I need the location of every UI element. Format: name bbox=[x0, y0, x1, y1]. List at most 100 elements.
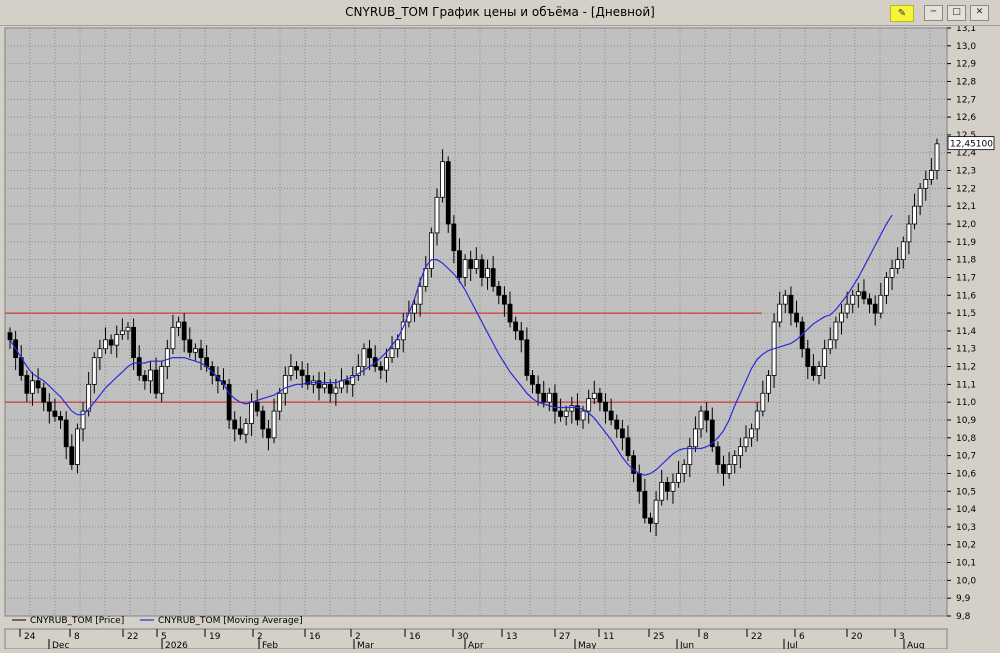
chart-area[interactable]: 13,1 13,0 12,9 12,8 12,7 12,6 12,5 12,4 12,3 12,2… bbox=[0, 24, 1000, 651]
candle-body-up bbox=[878, 294, 884, 314]
candle-body-down bbox=[46, 401, 52, 412]
candle-body-down bbox=[327, 383, 333, 394]
candle-body-down bbox=[867, 298, 872, 305]
candle-body-up bbox=[103, 339, 108, 350]
candle-body-down bbox=[108, 339, 114, 346]
candle-body-up bbox=[777, 303, 783, 323]
candle-body-down bbox=[41, 387, 47, 403]
candle-body-down bbox=[524, 339, 530, 376]
x-month-label: Mar bbox=[357, 641, 374, 649]
candle-body-down bbox=[457, 250, 462, 278]
candle-body-down bbox=[181, 321, 187, 341]
candle-body-up bbox=[923, 179, 929, 189]
candle-body-up bbox=[591, 392, 597, 400]
candle-body-down bbox=[58, 416, 63, 421]
candle-body-down bbox=[260, 410, 266, 430]
candle-body-up bbox=[170, 326, 176, 350]
x-day-label: 20 bbox=[851, 632, 863, 642]
candle-body-down bbox=[541, 392, 547, 403]
candle-body-up bbox=[659, 481, 665, 501]
candle-body-up bbox=[563, 410, 569, 417]
y-tick-label: 12,6 bbox=[956, 113, 976, 123]
candle-body-up bbox=[75, 428, 80, 465]
candle-body-up bbox=[760, 392, 766, 412]
y-tick-label: 12,2 bbox=[956, 184, 976, 194]
y-tick-label: 9,9 bbox=[956, 594, 971, 604]
x-day-label: 22 bbox=[751, 632, 762, 642]
pin-icon[interactable]: ✎ bbox=[890, 5, 914, 22]
x-month-label: Aug bbox=[907, 641, 925, 649]
candle-body-down bbox=[451, 223, 457, 252]
candle-body-up bbox=[782, 294, 788, 305]
x-day-label: 8 bbox=[74, 632, 80, 642]
x-month-label: Dec bbox=[52, 641, 69, 649]
restore-button[interactable]: □ bbox=[947, 5, 966, 21]
candle-body-up bbox=[417, 285, 423, 305]
y-tick-label: 12,1 bbox=[956, 202, 976, 212]
x-day-label: 16 bbox=[409, 632, 421, 642]
candle-body-up bbox=[726, 464, 732, 474]
candle-body-up bbox=[164, 348, 170, 367]
y-tick-label: 10,2 bbox=[956, 541, 976, 551]
legend-ma-label: CNYRUB_TOM [Moving Average] bbox=[158, 616, 303, 626]
y-tick-label: 12,4 bbox=[956, 149, 976, 159]
x-day-label: 8 bbox=[703, 632, 709, 642]
candle-body-up bbox=[833, 321, 839, 341]
candle-body-down bbox=[490, 268, 496, 287]
candle-body-up bbox=[473, 259, 479, 269]
x-month-label: Apr bbox=[468, 641, 484, 649]
y-tick-label: 12,0 bbox=[956, 220, 976, 230]
candle-body-down bbox=[24, 375, 30, 394]
candle-body-up bbox=[176, 321, 181, 328]
candle-body-down bbox=[788, 294, 794, 314]
candle-body-up bbox=[91, 357, 97, 385]
candle-body-up bbox=[917, 187, 923, 207]
x-day-label: 27 bbox=[559, 632, 570, 642]
candle-body-up bbox=[928, 170, 934, 180]
y-tick-label: 11,7 bbox=[956, 273, 976, 283]
y-tick-label: 11,8 bbox=[956, 256, 976, 266]
candle-body-down bbox=[805, 348, 811, 367]
candle-body-up bbox=[850, 294, 856, 305]
minimize-button[interactable]: ─ bbox=[924, 5, 943, 21]
close-button[interactable]: ✕ bbox=[970, 5, 989, 21]
x-day-label: 6 bbox=[799, 632, 805, 642]
candle-body-down bbox=[299, 369, 305, 376]
candle-body-down bbox=[608, 410, 614, 421]
candle-body-down bbox=[507, 303, 513, 323]
candle-body-up bbox=[732, 455, 738, 465]
y-tick-label: 11,1 bbox=[956, 380, 976, 390]
x-day-label: 25 bbox=[653, 632, 664, 642]
candle-body-up bbox=[676, 473, 681, 483]
y-tick-label: 11,5 bbox=[956, 309, 976, 319]
candle-body-up bbox=[906, 223, 912, 243]
candle-body-down bbox=[468, 259, 474, 269]
candle-body-down bbox=[266, 428, 271, 439]
candle-body-down bbox=[642, 490, 648, 519]
candle-body-up bbox=[243, 423, 249, 435]
candle-body-down bbox=[535, 383, 541, 394]
x-month-label: May bbox=[578, 641, 597, 649]
y-tick-label: 10,4 bbox=[956, 505, 976, 515]
candle-body-down bbox=[35, 380, 41, 389]
candle-body-down bbox=[294, 366, 299, 371]
y-tick-label: 10,6 bbox=[956, 469, 976, 479]
candle-body-up bbox=[192, 348, 198, 353]
candle-body-up bbox=[698, 410, 704, 430]
candle-body-up bbox=[282, 375, 288, 394]
candle-body-down bbox=[794, 312, 799, 323]
y-tick-label: 11,0 bbox=[956, 398, 976, 408]
candle-body-up bbox=[889, 268, 895, 278]
candle-body-down bbox=[518, 330, 524, 341]
window-title: CNYRUB_TOM График цены и объёма - [Дневн… bbox=[345, 5, 655, 19]
candle-body-down bbox=[603, 401, 608, 412]
candle-body-down bbox=[69, 446, 75, 465]
candle-body-down bbox=[187, 339, 193, 353]
x-day-label: 24 bbox=[24, 632, 36, 642]
x-day-label: 30 bbox=[457, 632, 469, 642]
price-chart[interactable]: 13,113,012,912,812,712,612,512,412,312,2… bbox=[0, 24, 1000, 651]
candle-body-up bbox=[653, 499, 659, 524]
candle-body-up bbox=[934, 143, 940, 171]
candle-body-up bbox=[737, 446, 743, 457]
y-tick-label: 12,7 bbox=[956, 95, 976, 105]
